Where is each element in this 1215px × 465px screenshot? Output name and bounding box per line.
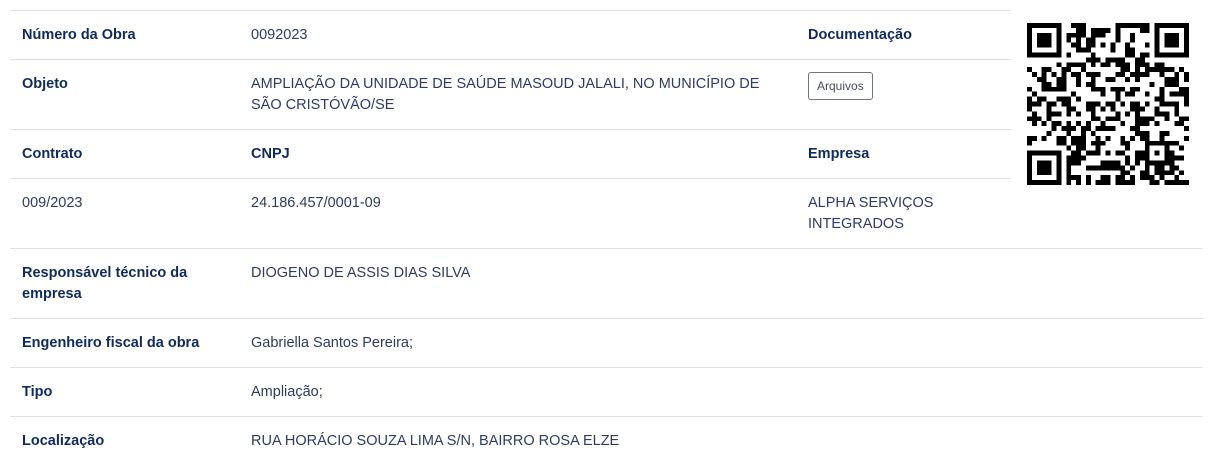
localizacao-value: RUA HORÁCIO SOUZA LIMA S/N, BAIRRO ROSA … <box>239 417 796 465</box>
numero-obra-value: 0092023 <box>239 11 796 60</box>
arquivos-button[interactable]: Arquivos <box>808 72 873 100</box>
obra-details-panel: Número da Obra 0092023 Documentação Obje… <box>10 10 1203 465</box>
empresa-label: Empresa <box>796 130 1011 179</box>
cnpj-value: 24.186.457/0001-09 <box>239 179 796 249</box>
responsavel-tecnico-value: DIOGENO DE ASSIS DIAS SILVA <box>239 249 796 319</box>
empresa-value: ALPHA SERVIÇOS INTEGRADOS <box>796 179 1011 249</box>
objeto-value: AMPLIAÇÃO DA UNIDADE DE SAÚDE MASOUD JAL… <box>239 60 796 130</box>
qr-code-cell <box>1011 11 1203 249</box>
obra-details-table: Número da Obra 0092023 Documentação Obje… <box>10 10 1203 465</box>
objeto-label: Objeto <box>10 60 239 130</box>
engenheiro-fiscal-value: Gabriella Santos Pereira; <box>239 319 796 368</box>
arquivos-cell: Arquivos <box>796 60 1011 130</box>
tipo-label: Tipo <box>10 368 239 417</box>
tipo-value: Ampliação; <box>239 368 796 417</box>
contrato-label: Contrato <box>10 130 239 179</box>
contrato-value: 009/2023 <box>10 179 239 249</box>
numero-obra-label: Número da Obra <box>10 11 239 60</box>
cnpj-label: CNPJ <box>239 130 796 179</box>
qr-code-icon <box>1027 23 1189 185</box>
localizacao-label: Localização <box>10 417 239 465</box>
engenheiro-fiscal-label: Engenheiro fiscal da obra <box>10 319 239 368</box>
responsavel-tecnico-label: Responsável técnico da empresa <box>10 249 239 319</box>
documentacao-label: Documentação <box>796 11 1011 60</box>
